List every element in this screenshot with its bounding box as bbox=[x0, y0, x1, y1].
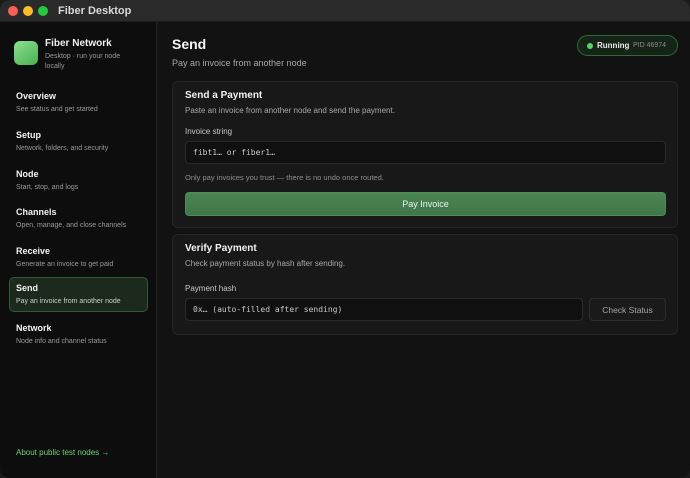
main-content: Send Pay an invoice from another node Ru… bbox=[157, 22, 690, 478]
sidebar-item-desc: Pay an invoice from another node bbox=[16, 298, 121, 305]
sidebar-item-send[interactable]: Send Pay an invoice from another node bbox=[9, 277, 148, 312]
page-title: Send bbox=[172, 36, 207, 52]
window-title: Fiber Desktop bbox=[58, 5, 132, 17]
card-description: Paste an invoice from another node and s… bbox=[185, 106, 395, 115]
payment-hash-label: Payment hash bbox=[185, 284, 237, 293]
card-title: Verify Payment bbox=[185, 243, 257, 254]
sidebar-item-title: Node bbox=[16, 169, 39, 179]
sidebar-item-setup[interactable]: Setup Network, folders, and security bbox=[9, 124, 148, 159]
page-subtitle: Pay an invoice from another node bbox=[172, 58, 307, 68]
sidebar: Fiber Network Desktop · run your node lo… bbox=[0, 22, 157, 478]
sidebar-item-title: Network bbox=[16, 323, 52, 333]
about-public-test-nodes-link[interactable]: About public test nodes → bbox=[16, 448, 109, 457]
sidebar-item-title: Send bbox=[16, 283, 39, 293]
sidebar-item-desc: Start, stop, and logs bbox=[16, 184, 79, 191]
sidebar-item-channels[interactable]: Channels Open, manage, and close channel… bbox=[9, 201, 148, 236]
brand: Fiber Network Desktop · run your node lo… bbox=[14, 38, 154, 78]
maximize-window-button[interactable] bbox=[38, 6, 48, 16]
node-status-badge: Running PID 46974 bbox=[577, 35, 678, 56]
fiber-logo-icon bbox=[14, 41, 38, 65]
status-pid: PID 46974 bbox=[633, 42, 667, 49]
check-status-button[interactable]: Check Status bbox=[589, 298, 666, 321]
verify-payment-card: Verify Payment Check payment status by h… bbox=[172, 234, 678, 335]
sidebar-item-title: Setup bbox=[16, 130, 42, 140]
brand-subtitle: Desktop · run your node locally bbox=[45, 53, 121, 70]
invoice-hint: Only pay invoices you trust — there is n… bbox=[185, 173, 384, 182]
status-label: Running bbox=[597, 41, 630, 50]
sidebar-item-overview[interactable]: Overview See status and get started bbox=[9, 85, 148, 120]
pay-invoice-button[interactable]: Pay Invoice bbox=[185, 192, 666, 216]
sidebar-item-network[interactable]: Network Node info and channel status bbox=[9, 317, 148, 352]
sidebar-item-receive[interactable]: Receive Generate an invoice to get paid bbox=[9, 240, 148, 275]
sidebar-item-desc: Generate an invoice to get paid bbox=[16, 261, 114, 268]
sidebar-item-desc: Node info and channel status bbox=[16, 338, 107, 345]
app-window: Fiber Desktop Fiber Network Desktop · ru… bbox=[0, 0, 690, 478]
brand-name: Fiber Network bbox=[45, 38, 112, 49]
minimize-window-button[interactable] bbox=[23, 6, 33, 16]
invoice-input[interactable] bbox=[185, 141, 666, 164]
invoice-field-label: Invoice string bbox=[185, 127, 233, 136]
close-window-button[interactable] bbox=[8, 6, 18, 16]
sidebar-item-desc: Network, folders, and security bbox=[16, 145, 109, 152]
send-payment-card: Send a Payment Paste an invoice from ano… bbox=[172, 81, 678, 228]
sidebar-item-node[interactable]: Node Start, stop, and logs bbox=[9, 163, 148, 198]
sidebar-item-title: Receive bbox=[16, 246, 51, 256]
status-dot-icon bbox=[587, 43, 593, 49]
sidebar-item-title: Channels bbox=[16, 207, 57, 217]
sidebar-item-desc: Open, manage, and close channels bbox=[16, 222, 127, 229]
sidebar-item-title: Overview bbox=[16, 91, 57, 101]
payment-hash-input[interactable] bbox=[185, 298, 583, 321]
sidebar-item-desc: See status and get started bbox=[16, 106, 98, 113]
title-bar: Fiber Desktop bbox=[0, 0, 690, 22]
card-description: Check payment status by hash after sendi… bbox=[185, 259, 346, 268]
card-title: Send a Payment bbox=[185, 90, 263, 101]
